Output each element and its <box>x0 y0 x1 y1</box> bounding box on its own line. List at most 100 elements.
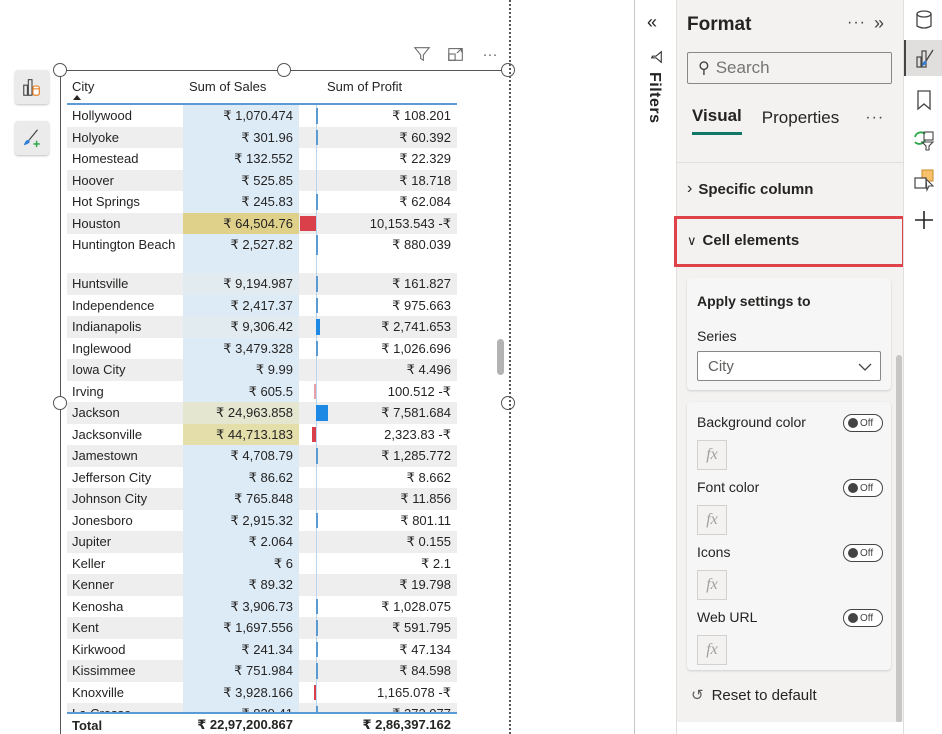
column-header-sales[interactable]: Sum of Sales <box>183 73 327 103</box>
filter-visual-button[interactable] <box>412 44 432 64</box>
build-visual-icon <box>23 79 40 96</box>
data-bar-cell <box>299 191 331 213</box>
section-specific-column[interactable]: › Specific column <box>687 180 813 198</box>
resize-handle[interactable] <box>501 63 515 77</box>
resize-handle[interactable] <box>501 396 515 410</box>
paintbrush-add-icon <box>23 129 40 148</box>
table-scrollbar[interactable] <box>497 339 504 375</box>
table-row[interactable]: Kenner ₹ 89.32 ₹ 19.798 <box>67 574 457 596</box>
cell-city: Jackson <box>67 402 183 424</box>
table-row[interactable]: Kent ₹ 1,697.556 ₹ 591.795 <box>67 617 457 639</box>
selection-pane-button[interactable] <box>904 162 942 198</box>
cell-sales: ₹ 2.064 <box>183 531 299 553</box>
format-visual-button[interactable] <box>904 40 942 76</box>
add-pane-button[interactable] <box>904 202 942 238</box>
table-row[interactable]: Jupiter ₹ 2.064 ₹ 0.155 <box>67 531 457 553</box>
table-row[interactable]: Jonesboro ₹ 2,915.32 ₹ 801.11 <box>67 509 457 531</box>
bookmarks-button[interactable] <box>904 82 942 118</box>
table-row[interactable]: Johnson City ₹ 765.848 ₹ 11.856 <box>67 488 457 510</box>
table-row[interactable]: La Crosse₹ 839.41 ₹ 273.077 <box>67 703 457 712</box>
format-visual-button[interactable] <box>15 121 49 155</box>
more-options-icon: ··· <box>482 45 498 63</box>
build-visual-button[interactable] <box>15 70 49 104</box>
double-chevron-right-icon[interactable]: » <box>874 13 884 34</box>
chevron-down-icon <box>858 359 872 374</box>
table-row[interactable]: Hollywood ₹ 1,070.474 ₹ 108.201 <box>67 105 457 127</box>
background-color-fx-button[interactable]: fx <box>697 440 727 470</box>
table-row[interactable]: Iowa City ₹ 9.99 ₹ 4.496 <box>67 359 457 381</box>
cell-city: Hoover <box>67 169 183 191</box>
table-row[interactable]: Huntsville ₹ 9,194.987 ₹ 161.827 <box>67 273 457 295</box>
format-search-box[interactable]: ⚲ <box>687 52 892 84</box>
double-chevron-left-icon[interactable]: « <box>647 12 657 33</box>
font-color-fx-button[interactable]: fx <box>697 505 727 535</box>
cell-sales: ₹ 132.552 <box>183 148 299 170</box>
table-row[interactable]: Huntington Beach ₹ 2,527.82 ₹ 880.039 <box>67 234 457 273</box>
table-row[interactable]: Jacksonville ₹ 44,713.183 2,323.83 -₹ <box>67 423 457 445</box>
cell-sales: ₹ 4,708.79 <box>183 445 299 467</box>
table-row[interactable]: Hoover ₹ 525.85 ₹ 18.718 <box>67 169 457 191</box>
data-bar-cell <box>299 105 331 127</box>
table-row[interactable]: Independence ₹ 2,417.37 ₹ 975.663 <box>67 294 457 316</box>
more-options-button[interactable]: ··· <box>480 44 500 64</box>
table-row[interactable]: Kissimmee ₹ 751.984 ₹ 84.598 <box>67 660 457 682</box>
cell-profit: ₹ 2.1 <box>421 555 451 571</box>
tab-properties[interactable]: Properties <box>762 108 839 134</box>
cell-profit: 2,323.83 -₹ <box>384 426 451 442</box>
cell-profit: 100.512 -₹ <box>387 383 451 399</box>
column-header-city[interactable]: City <box>67 73 183 103</box>
format-pane-scrollbar[interactable] <box>896 355 902 723</box>
table-row[interactable]: Inglewood ₹ 3,479.328 ₹ 1,026.696 <box>67 337 457 359</box>
canvas-page-boundary <box>509 0 511 734</box>
table-row[interactable]: Knoxville ₹ 3,928.166 1,165.078 -₹ <box>67 681 457 703</box>
cell-city: Houston <box>67 212 183 234</box>
sync-slicers-button[interactable] <box>904 122 942 158</box>
web-url-toggle[interactable]: Off <box>843 609 883 627</box>
cell-city: Knoxville <box>72 684 125 700</box>
data-bar-cell <box>299 466 331 488</box>
cell-city: Kent <box>67 617 183 639</box>
table-row[interactable]: Irving ₹ 605.5 100.512 -₹ <box>67 380 457 402</box>
icons-fx-button[interactable]: fx <box>697 570 727 600</box>
web-url-fx-button[interactable]: fx <box>697 635 727 665</box>
table-row[interactable]: Jefferson City ₹ 86.62 ₹ 8.662 <box>67 466 457 488</box>
table-row[interactable]: Indianapolis ₹ 9,306.42 ₹ 2,741.653 <box>67 316 457 338</box>
positive-data-bar <box>316 620 318 636</box>
focus-mode-button[interactable] <box>446 44 466 64</box>
table-row[interactable]: Houston ₹ 64,504.76 10,153.543 -₹ <box>67 212 457 234</box>
table-row[interactable]: Jackson ₹ 24,963.858 ₹ 7,581.684 <box>67 402 457 424</box>
apply-settings-title: Apply settings to <box>697 293 811 309</box>
background-color-toggle[interactable]: Off <box>843 414 883 432</box>
cell-sales: ₹ 301.96 <box>183 126 299 148</box>
icons-toggle[interactable]: Off <box>843 544 883 562</box>
table-row[interactable]: Kirkwood ₹ 241.34 ₹ 47.134 <box>67 638 457 660</box>
series-dropdown[interactable]: City <box>697 351 881 381</box>
filters-pane-collapsed[interactable]: « Filters <box>635 0 677 734</box>
table-row[interactable]: Hot Springs ₹ 245.83 ₹ 62.084 <box>67 191 457 213</box>
table-row[interactable]: Kenosha ₹ 3,906.73 ₹ 1,028.075 <box>67 595 457 617</box>
reset-to-default-button[interactable]: ↺ Reset to default <box>691 686 817 705</box>
cell-profit: ₹ 1,028.075 <box>381 598 451 614</box>
data-bar-cell <box>299 509 331 531</box>
table-row[interactable]: Jamestown ₹ 4,708.79 ₹ 1,285.772 <box>67 445 457 467</box>
resize-handle[interactable] <box>53 396 67 410</box>
cell-profit: ₹ 47.134 <box>399 641 451 657</box>
cell-sales: ₹ 2,527.82 <box>183 234 299 273</box>
column-header-profit[interactable]: Sum of Profit <box>327 73 457 103</box>
format-search-input[interactable] <box>715 58 876 78</box>
bookmark-icon <box>916 90 931 111</box>
data-icon <box>915 10 932 29</box>
resize-handle[interactable] <box>53 63 67 77</box>
data-pane-button[interactable] <box>904 2 942 38</box>
table-row[interactable]: Keller ₹ 6 ₹ 2.1 <box>67 552 457 574</box>
data-bar-cell <box>299 617 331 639</box>
table-row[interactable]: Homestead ₹ 132.552 ₹ 22.329 <box>67 148 457 170</box>
font-color-toggle[interactable]: Off <box>843 479 883 497</box>
cell-profit: ₹ 8.662 <box>406 469 451 485</box>
tab-visual[interactable]: Visual <box>692 106 742 135</box>
data-bar-cell <box>299 316 331 338</box>
table-visual[interactable]: City Sum of Sales Sum of Profit Hollywoo… <box>53 63 515 734</box>
table-row[interactable]: Holyoke ₹ 301.96 ₹ 60.392 <box>67 126 457 148</box>
more-options-icon[interactable]: ··· <box>847 14 866 32</box>
more-tabs-icon[interactable]: ··· <box>865 109 884 133</box>
